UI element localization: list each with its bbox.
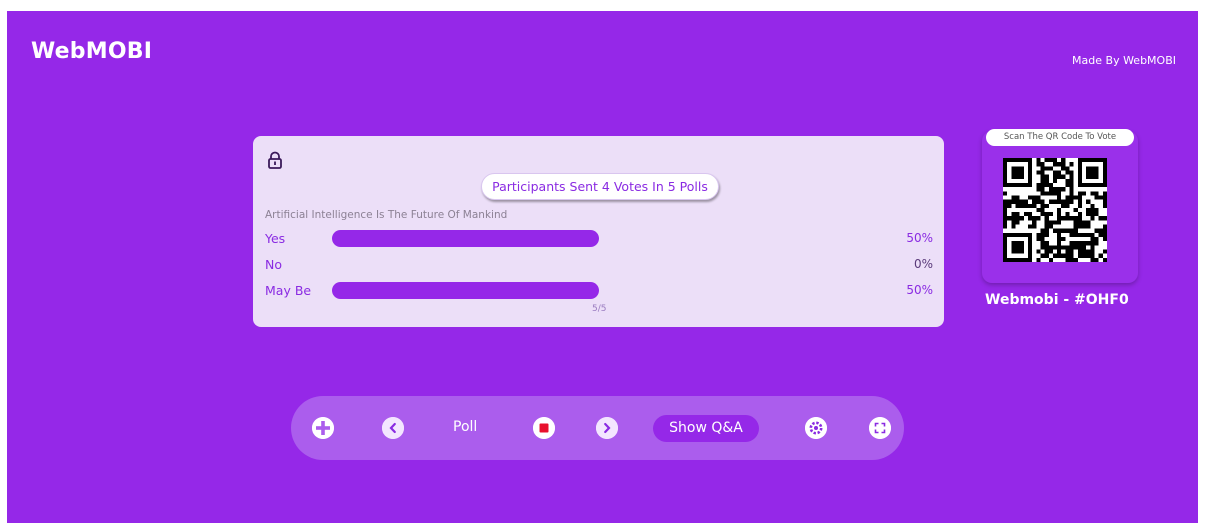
option-percent: 0% [913,257,933,271]
add-icon [312,417,334,439]
option-bar-track [332,282,865,299]
presentation-stage: WebMOBI Made By WebMOBI Participants Sen… [7,11,1198,523]
poll-option-row: Yes 50% [265,230,933,248]
option-label: No [265,257,282,272]
settings-button[interactable] [805,417,827,439]
poll-mode-label[interactable]: Poll [453,419,477,435]
previous-button[interactable] [382,417,404,439]
next-icon [596,417,618,439]
option-bar-track [332,230,865,247]
qr-caption: Scan The QR Code To Vote [986,129,1134,146]
brand-logo: WebMOBI [31,39,153,64]
option-bar-fill [332,230,599,247]
poll-pager: 5/5 [592,304,607,314]
option-bar-fill [332,282,599,299]
session-code: Webmobi - #OHF0 [985,292,1129,308]
poll-result-card: Participants Sent 4 Votes In 5 Polls Art… [253,136,944,327]
option-bar-track [332,256,865,273]
option-percent: 50% [906,283,933,297]
poll-option-row: No 0% [265,256,933,274]
show-qa-button[interactable]: Show Q&A [653,415,759,442]
option-percent: 50% [906,231,933,245]
fullscreen-icon [869,417,891,439]
add-button[interactable] [312,417,334,439]
option-label: May Be [265,283,312,298]
poll-question: Artificial Intelligence Is The Future Of… [265,209,508,221]
lock-icon[interactable] [267,151,283,169]
fullscreen-button[interactable] [869,417,891,439]
stop-icon [533,417,555,439]
poll-option-row: May Be 50% [265,282,933,300]
previous-icon [382,417,404,439]
settings-icon [805,417,827,439]
votes-summary-badge: Participants Sent 4 Votes In 5 Polls [481,173,719,200]
qr-panel: Scan The QR Code To Vote [982,129,1138,283]
option-label: Yes [265,231,286,246]
qr-code [1003,158,1107,262]
stop-button[interactable] [533,417,555,439]
made-by-credit: Made By WebMOBI [1072,54,1176,67]
next-button[interactable] [596,417,618,439]
presenter-toolbar: Poll Show Q&A [291,396,904,460]
